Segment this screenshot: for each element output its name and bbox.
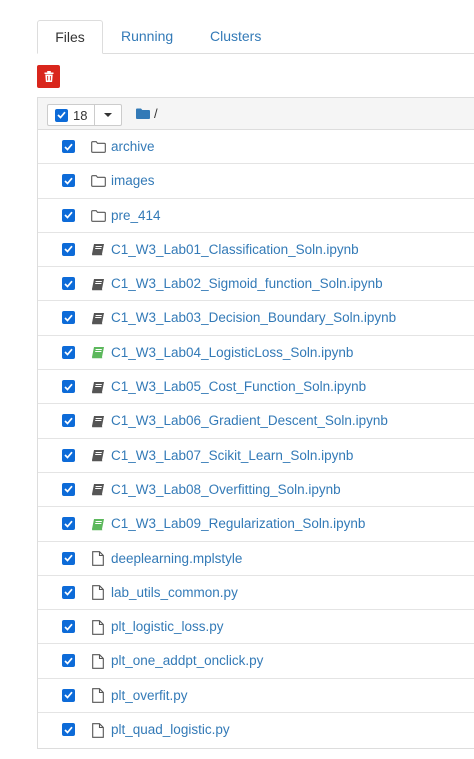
file-row[interactable]: plt_logistic_loss.py <box>38 610 474 645</box>
row-checkbox[interactable] <box>62 448 75 462</box>
file-name-link[interactable]: C1_W3_Lab08_Overfitting_Soln.ipynb <box>111 473 341 507</box>
folder-icon <box>90 208 106 224</box>
notebook-running-icon <box>90 516 106 532</box>
notebook-icon <box>90 482 106 498</box>
file-name-link[interactable]: images <box>111 164 155 198</box>
file-row[interactable]: plt_overfit.py <box>38 679 474 714</box>
file-icon <box>90 585 106 601</box>
file-row[interactable]: C1_W3_Lab09_Regularization_Soln.ipynb <box>38 507 474 542</box>
file-rows: archive images pre_414 C1_W3_Lab01_Classifi… <box>38 130 474 747</box>
file-icon <box>90 722 106 738</box>
notebook-icon <box>90 413 106 429</box>
notebook-icon <box>90 242 106 258</box>
row-checkbox[interactable] <box>62 174 75 188</box>
row-checkbox[interactable] <box>62 620 75 634</box>
file-icon <box>90 653 106 669</box>
file-row[interactable]: images <box>38 164 474 199</box>
tab-bar: Files Running Clusters <box>37 20 474 54</box>
row-checkbox[interactable] <box>62 585 75 599</box>
file-row[interactable]: archive <box>38 130 474 165</box>
file-row[interactable]: plt_one_addpt_onclick.py <box>38 644 474 679</box>
file-row[interactable]: lab_utils_common.py <box>38 576 474 611</box>
select-all-group: 18 <box>47 104 123 126</box>
file-row[interactable]: C1_W3_Lab06_Gradient_Descent_Soln.ipynb <box>38 404 474 439</box>
file-row[interactable]: C1_W3_Lab02_Sigmoid_function_Soln.ipynb <box>38 267 474 302</box>
file-row[interactable]: C1_W3_Lab08_Overfitting_Soln.ipynb <box>38 473 474 508</box>
row-checkbox[interactable] <box>62 517 75 531</box>
file-name-link[interactable]: deeplearning.mplstyle <box>111 542 242 576</box>
notebook-icon <box>90 276 106 292</box>
tab-running[interactable]: Running <box>121 20 173 53</box>
file-name-link[interactable]: archive <box>111 130 155 164</box>
file-row[interactable]: C1_W3_Lab05_Cost_Function_Soln.ipynb <box>38 370 474 405</box>
row-checkbox[interactable] <box>62 208 75 222</box>
row-checkbox[interactable] <box>62 277 75 291</box>
row-checkbox[interactable] <box>62 311 75 325</box>
selected-count: 18 <box>73 107 88 123</box>
select-all-checkbox[interactable] <box>55 108 68 122</box>
file-row[interactable]: deeplearning.mplstyle <box>38 542 474 576</box>
file-name-link[interactable]: plt_one_addpt_onclick.py <box>111 644 263 678</box>
file-name-link[interactable]: lab_utils_common.py <box>111 576 238 610</box>
file-name-link[interactable]: C1_W3_Lab01_Classification_Soln.ipynb <box>111 233 359 267</box>
trash-icon <box>44 71 53 82</box>
file-name-link[interactable]: C1_W3_Lab04_LogisticLoss_Soln.ipynb <box>111 336 353 370</box>
file-row[interactable]: C1_W3_Lab07_Scikit_Learn_Soln.ipynb <box>38 439 474 473</box>
row-checkbox[interactable] <box>62 482 75 496</box>
breadcrumb[interactable]: / <box>154 106 158 121</box>
notebook-icon <box>90 379 106 395</box>
notebook-icon <box>90 448 106 464</box>
file-row[interactable]: C1_W3_Lab03_Decision_Boundary_Soln.ipynb <box>38 301 474 336</box>
row-checkbox[interactable] <box>62 654 75 668</box>
row-checkbox[interactable] <box>62 688 75 702</box>
row-checkbox[interactable] <box>62 140 75 153</box>
file-name-link[interactable]: plt_logistic_loss.py <box>111 610 224 644</box>
select-dropdown-button[interactable] <box>95 105 121 125</box>
row-checkbox[interactable] <box>62 242 75 256</box>
tab-clusters[interactable]: Clusters <box>210 20 261 53</box>
file-name-link[interactable]: C1_W3_Lab06_Gradient_Descent_Soln.ipynb <box>111 404 388 438</box>
folder-icon <box>90 139 106 155</box>
file-name-link[interactable]: C1_W3_Lab07_Scikit_Learn_Soln.ipynb <box>111 439 353 473</box>
file-icon <box>90 551 106 567</box>
file-row[interactable]: C1_W3_Lab01_Classification_Soln.ipynb <box>38 233 474 268</box>
select-all-toggle[interactable]: 18 <box>48 105 96 125</box>
file-row[interactable]: pre_414 <box>38 199 474 233</box>
tab-files[interactable]: Files <box>37 20 103 54</box>
row-checkbox[interactable] <box>62 345 75 359</box>
file-row[interactable]: C1_W3_Lab04_LogisticLoss_Soln.ipynb <box>38 336 474 371</box>
row-checkbox[interactable] <box>62 551 75 565</box>
notebook-icon <box>90 310 106 326</box>
file-icon <box>90 619 106 635</box>
file-name-link[interactable]: plt_quad_logistic.py <box>111 713 230 747</box>
folder-icon[interactable] <box>136 108 150 119</box>
folder-icon <box>90 173 106 189</box>
file-row[interactable]: plt_quad_logistic.py <box>38 713 474 747</box>
notebook-running-icon <box>90 345 106 361</box>
file-name-link[interactable]: C1_W3_Lab09_Regularization_Soln.ipynb <box>111 507 365 541</box>
file-icon <box>90 688 106 704</box>
caret-down-icon <box>104 113 113 117</box>
row-checkbox[interactable] <box>62 723 75 737</box>
file-name-link[interactable]: C1_W3_Lab02_Sigmoid_function_Soln.ipynb <box>111 267 383 301</box>
row-checkbox[interactable] <box>62 380 75 394</box>
row-checkbox[interactable] <box>62 414 75 428</box>
file-name-link[interactable]: plt_overfit.py <box>111 679 188 713</box>
delete-button[interactable] <box>37 65 60 88</box>
file-name-link[interactable]: C1_W3_Lab03_Decision_Boundary_Soln.ipynb <box>111 301 396 335</box>
file-list: 18 / archive images pre_414 C1_W3_Lab01_Cla… <box>37 97 474 749</box>
file-name-link[interactable]: pre_414 <box>111 199 161 233</box>
file-name-link[interactable]: C1_W3_Lab05_Cost_Function_Soln.ipynb <box>111 370 366 404</box>
list-header: 18 / <box>38 98 474 130</box>
